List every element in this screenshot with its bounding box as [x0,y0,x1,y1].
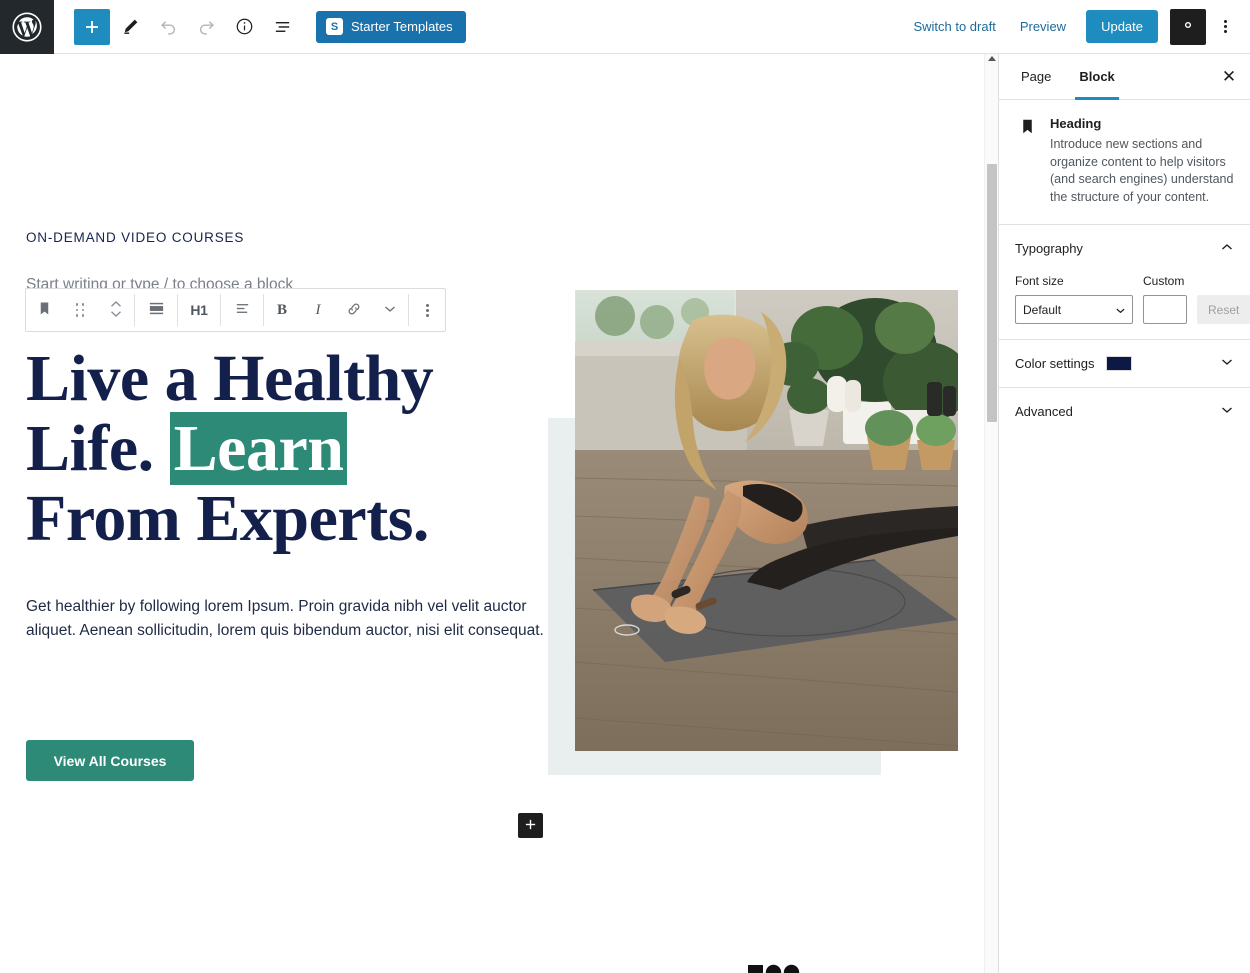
drag-handle[interactable] [62,289,98,331]
editor-top-bar: S Starter Templates Switch to draft Prev… [0,0,1250,54]
gear-icon [1179,16,1197,37]
move-up-down-button[interactable] [98,289,134,331]
heading-highlight: Learn [169,412,348,485]
plus-icon [83,18,101,36]
tab-block[interactable]: Block [1065,54,1128,100]
drag-grip-icon [75,303,85,317]
update-button[interactable]: Update [1086,10,1158,43]
chevron-down-icon [1220,403,1234,420]
preview-button[interactable]: Preview [1010,13,1076,40]
kebab-menu-icon [425,303,429,317]
close-sidebar-button[interactable]: ✕ [1208,54,1250,99]
text-align-button[interactable] [221,289,263,331]
edit-mode-button[interactable] [112,9,148,45]
starter-templates-badge-icon: S [326,18,343,35]
chevron-up-icon [1220,240,1234,257]
h1-icon: H1 [190,302,208,318]
kebab-menu-icon [1223,20,1227,33]
canvas-scrollbar[interactable] [984,54,998,973]
block-title: Heading [1050,116,1102,131]
block-info-card: Heading Introduce new sections and organ… [999,100,1250,224]
undo-arrow-icon [159,17,178,36]
undo-button[interactable] [150,9,186,45]
hero-image[interactable] [575,290,958,751]
redo-arrow-icon [197,17,216,36]
list-view-button[interactable] [264,9,300,45]
link-icon [345,300,363,321]
font-size-label: Font size [1015,274,1064,288]
block-options-button[interactable] [409,289,445,331]
starter-templates-button[interactable]: S Starter Templates [316,10,466,43]
wordpress-block-editor: S Starter Templates Switch to draft Prev… [0,0,1250,973]
tab-page[interactable]: Page [1007,54,1065,99]
link-button[interactable] [336,289,372,331]
starter-templates-label: Starter Templates [351,19,453,34]
typography-section: Typography Font size Default Custom Rese… [999,224,1250,339]
more-rich-text-button[interactable] [372,289,408,331]
wordpress-logo-icon [12,11,42,42]
italic-button[interactable]: I [300,289,336,331]
pencil-icon [121,17,140,36]
color-settings-section: Color settings [999,339,1250,387]
list-view-icon [273,17,292,36]
settings-sidebar: Page Block ✕ Heading Introduce new secti… [998,54,1250,973]
chevron-down-icon [1220,355,1234,372]
block-type-button[interactable] [26,289,62,331]
switch-to-draft-button[interactable]: Switch to draft [903,13,1005,40]
hero-paragraph[interactable]: Get healthier by following lorem Ipsum. … [26,595,551,642]
typography-title: Typography [1015,241,1083,256]
top-bar-right-tools: Switch to draft Preview Update [903,8,1250,45]
inserter-add-block-button[interactable] [518,813,543,838]
align-block-icon [148,300,165,320]
hero-heading[interactable]: Live a Healthy Life. Learn From Experts. [26,344,546,554]
bold-button[interactable]: B [264,289,300,331]
typography-section-header[interactable]: Typography [1015,240,1234,257]
advanced-title: Advanced [1015,404,1073,419]
heading-line-2-prefix: Life. [26,412,170,485]
plus-icon [524,818,537,834]
settings-button[interactable] [1170,8,1206,45]
block-description: Introduce new sections and organize cont… [1050,137,1234,204]
details-button[interactable] [226,9,262,45]
info-circle-icon [235,17,254,36]
sidebar-tabs: Page Block ✕ [999,54,1250,100]
view-all-courses-button[interactable]: View All Courses [26,740,194,781]
font-size-select[interactable]: Default [1015,295,1133,324]
advanced-header[interactable]: Advanced [1015,403,1234,420]
editor-canvas[interactable]: ON-DEMAND VIDEO COURSES Start writing or… [0,54,998,973]
top-bar-left-tools: S Starter Templates [54,8,466,45]
heading-level-button[interactable]: H1 [178,289,220,331]
heading-line-3: From Experts. [26,482,429,555]
advanced-section: Advanced [999,387,1250,435]
more-options-button[interactable] [1210,9,1240,45]
chevron-down-icon [383,302,397,319]
add-block-button[interactable] [74,8,110,45]
logo-brand-4[interactable]: logoipsum [745,962,825,973]
bold-icon: B [276,301,287,318]
custom-size-input[interactable] [1143,295,1187,324]
featured-logos: LOGO IPSUM LOGOIPSUM [370,959,960,973]
chevron-up-down-icon [109,299,123,322]
text-align-icon [234,300,251,320]
heading-line-1: Live a Healthy [26,342,434,415]
color-settings-title: Color settings [1015,356,1095,371]
block-toolbar: H1 B I [25,288,446,332]
align-button[interactable] [135,289,177,331]
color-swatch[interactable] [1106,356,1133,371]
italic-icon: I [315,301,321,318]
reset-font-size-button[interactable]: Reset [1197,295,1250,324]
bookmark-icon [1019,116,1036,206]
bookmark-icon [37,301,52,319]
redo-button[interactable] [188,9,224,45]
eyebrow-text[interactable]: ON-DEMAND VIDEO COURSES [26,230,244,245]
scroll-up-arrow-icon[interactable] [988,56,996,61]
color-settings-header[interactable]: Color settings [1015,355,1234,372]
font-size-controls: Font size Default Custom Reset [1015,274,1250,324]
wordpress-logo-button[interactable] [0,0,54,54]
custom-size-label: Custom [1143,274,1185,288]
scrollbar-thumb[interactable] [987,164,997,422]
